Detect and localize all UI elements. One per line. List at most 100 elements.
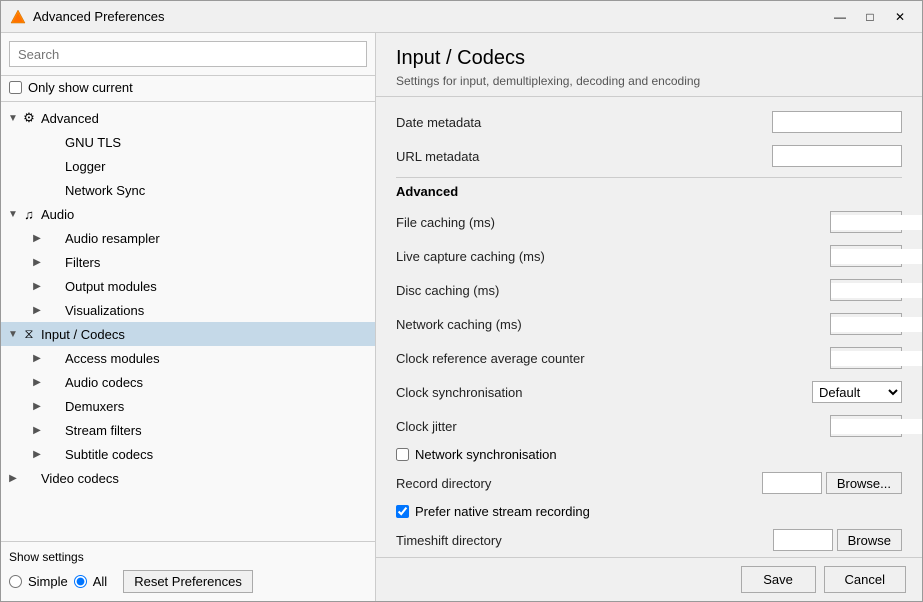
access-modules-icon [45,350,61,366]
reset-preferences-button[interactable]: Reset Preferences [123,570,253,593]
url-metadata-label: URL metadata [396,149,772,164]
file-caching-input[interactable]: 1000 [831,215,922,230]
window-controls: — □ ✕ [826,6,914,28]
filters-label: Filters [65,255,100,270]
clock-ref-input[interactable]: 40 [831,351,922,366]
timeshift-dir-control: Browse [773,529,902,551]
close-button[interactable]: ✕ [886,6,914,28]
main-content: Only show current ⚙ Advanced GNU TLS [1,33,922,601]
timeshift-dir-row: Timeshift directory Browse [396,527,902,553]
only-show-current-checkbox[interactable] [9,81,22,94]
prefer-native-checkbox[interactable] [396,505,409,518]
clock-jitter-spinbox: 5000 ▲ ▼ [830,415,902,437]
live-caching-label: Live capture caching (ms) [396,249,830,264]
advanced-label: Advanced [41,111,99,126]
sidebar-item-demuxers[interactable]: Demuxers [1,394,375,418]
timeshift-dir-browse-button[interactable]: Browse [837,529,902,551]
save-button[interactable]: Save [741,566,816,593]
sidebar-item-subtitle-codecs[interactable]: Subtitle codecs [1,442,375,466]
file-caching-spinbox: 1000 ▲ ▼ [830,211,902,233]
clock-ref-row: Clock reference average counter 40 ▲ ▼ [396,345,902,371]
advanced-icon: ⚙ [21,110,37,126]
sidebar-item-advanced[interactable]: ⚙ Advanced [1,106,375,130]
sidebar-item-logger[interactable]: Logger [1,154,375,178]
sidebar-item-network-sync[interactable]: Network Sync [1,178,375,202]
stream-filters-icon [45,422,61,438]
content-header: Input / Codecs Settings for input, demul… [376,33,922,97]
record-dir-row: Record directory Browse... [396,470,902,496]
content-subtitle: Settings for input, demultiplexing, deco… [396,74,902,88]
simple-radio[interactable] [9,575,22,588]
video-codecs-icon [21,470,37,486]
maximize-button[interactable]: □ [856,6,884,28]
audio-label: Audio [41,207,74,222]
expand-arrow-video [5,470,21,486]
live-caching-input[interactable]: 300 [831,249,922,264]
sidebar-item-stream-filters[interactable]: Stream filters [1,418,375,442]
sidebar: Only show current ⚙ Advanced GNU TLS [1,33,376,601]
record-dir-label: Record directory [396,476,762,491]
sidebar-item-gnu-tls[interactable]: GNU TLS [1,130,375,154]
sidebar-item-filters[interactable]: Filters [1,250,375,274]
network-sync-label: Network synchronisation [415,447,557,462]
url-metadata-row: URL metadata [396,143,902,169]
disc-caching-input[interactable]: 300 [831,283,922,298]
clock-jitter-input[interactable]: 5000 [831,419,922,434]
video-codecs-label: Video codecs [41,471,119,486]
output-modules-icon [45,278,61,294]
disc-caching-row: Disc caching (ms) 300 ▲ ▼ [396,277,902,303]
filters-icon [45,254,61,270]
all-radio[interactable] [74,575,87,588]
audio-codecs-icon [45,374,61,390]
date-metadata-input[interactable] [772,111,902,133]
visualizations-icon [45,302,61,318]
clock-sync-row: Clock synchronisation Default None Custo… [396,379,902,405]
expand-arrow-audio [5,206,21,222]
logger-icon [45,158,61,174]
record-dir-input[interactable] [762,472,822,494]
expand-arrow-advanced [5,110,21,126]
expand-arrow-filters [29,254,45,270]
expand-arrow-output [29,278,45,294]
disc-caching-spinbox: 300 ▲ ▼ [830,279,902,301]
url-metadata-input[interactable] [772,145,902,167]
content-footer: Save Cancel [376,557,922,601]
sidebar-item-audio-resampler[interactable]: Audio resampler [1,226,375,250]
live-caching-row: Live capture caching (ms) 300 ▲ ▼ [396,243,902,269]
date-metadata-control [772,111,902,133]
clock-jitter-row: Clock jitter 5000 ▲ ▼ [396,413,902,439]
disc-caching-label: Disc caching (ms) [396,283,830,298]
minimize-button[interactable]: — [826,6,854,28]
simple-label: Simple [28,574,68,589]
demuxers-label: Demuxers [65,399,124,414]
sidebar-item-access-modules[interactable]: Access modules [1,346,375,370]
file-caching-row: File caching (ms) 1000 ▲ ▼ [396,209,902,235]
sidebar-item-video-codecs[interactable]: Video codecs [1,466,375,490]
sidebar-item-visualizations[interactable]: Visualizations [1,298,375,322]
network-caching-input[interactable]: 1500 [831,317,922,332]
timeshift-dir-input[interactable] [773,529,833,551]
network-sync-checkbox[interactable] [396,448,409,461]
clock-sync-dropdown[interactable]: Default None Custom [812,381,902,403]
sidebar-item-input-codecs[interactable]: ⧖ Input / Codecs [1,322,375,346]
live-caching-spinbox: 300 ▲ ▼ [830,245,902,267]
subtitle-codecs-label: Subtitle codecs [65,447,153,462]
cancel-button[interactable]: Cancel [824,566,906,593]
clock-sync-label: Clock synchronisation [396,385,812,400]
search-input[interactable] [9,41,367,67]
expand-arrow-viz [29,302,45,318]
network-caching-spinbox: 1500 ▲ ▼ [830,313,902,335]
access-modules-label: Access modules [65,351,160,366]
record-dir-control: Browse... [762,472,902,494]
all-label: All [93,574,107,589]
sidebar-item-audio-codecs[interactable]: Audio codecs [1,370,375,394]
sidebar-item-audio[interactable]: ♫ Audio [1,202,375,226]
window: Advanced Preferences — □ ✕ Only show cur… [0,0,923,602]
titlebar: Advanced Preferences — □ ✕ [1,1,922,33]
search-box [1,33,375,76]
record-dir-browse-button[interactable]: Browse... [826,472,902,494]
sidebar-item-output-modules[interactable]: Output modules [1,274,375,298]
file-caching-label: File caching (ms) [396,215,830,230]
advanced-group-title: Advanced [396,184,902,199]
clock-sync-control: Default None Custom [812,381,902,403]
